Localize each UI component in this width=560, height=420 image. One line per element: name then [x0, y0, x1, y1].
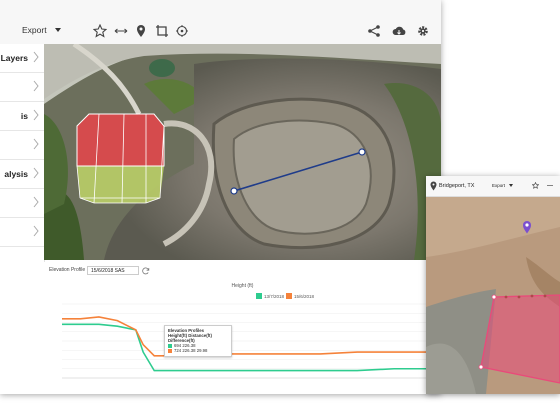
chevron-right-icon	[33, 109, 39, 121]
chevron-right-icon	[33, 51, 39, 63]
sidebar-item-analysis[interactable]: is	[0, 102, 44, 131]
sidebar-item-2[interactable]	[0, 73, 44, 102]
stockpile-volume-model[interactable]	[74, 106, 170, 206]
export-label: Export	[22, 25, 47, 35]
secondary-map-window: Bridgeport, TX Export	[426, 176, 560, 394]
chevron-right-icon	[33, 225, 39, 237]
chevron-right-icon	[33, 167, 39, 179]
sidebar-item-label: is	[20, 111, 28, 121]
secondary-export-dropdown[interactable]: Export	[492, 183, 514, 188]
cloud-download-icon[interactable]	[392, 24, 406, 38]
tooltip-row-text: 724 226.38 29.98	[174, 348, 208, 353]
tooltip-header: Height(ft) Distance(ft) Difference(ft)	[168, 333, 212, 343]
profile-label: Elevation Profile	[49, 267, 86, 273]
series-line	[62, 323, 431, 372]
sidebar-item-label: alysis	[4, 169, 28, 179]
sidebar-item-4[interactable]	[0, 131, 44, 160]
elevation-chart[interactable]	[44, 300, 441, 394]
refresh-icon[interactable]	[142, 267, 150, 275]
chevron-right-icon	[33, 138, 39, 150]
location-name: Bridgeport, TX	[439, 183, 475, 189]
main-window: Export Layers is alysis Elevation Profil…	[0, 0, 441, 394]
export-label: Export	[492, 183, 506, 188]
sidebar-item-7[interactable]	[0, 218, 44, 247]
sidebar: Layers is alysis	[0, 44, 45, 394]
sidebar-item-layers[interactable]: Layers	[0, 44, 44, 73]
caret-down-icon	[509, 184, 514, 187]
chevron-right-icon	[33, 196, 39, 208]
legend-item-a[interactable]: 13/7/2018	[256, 293, 284, 299]
gear-icon[interactable]	[416, 24, 430, 38]
tooltip-swatch	[168, 348, 172, 353]
sidebar-item-label: Layers	[0, 53, 28, 63]
caret-down-icon	[54, 28, 61, 32]
tooltip-swatch	[168, 343, 172, 348]
location-pin-icon	[430, 181, 437, 191]
chart-tooltip: Elevation Profiles Height(ft) Distance(f…	[164, 325, 232, 357]
star-icon[interactable]	[93, 24, 107, 38]
measure-distance-icon[interactable]	[114, 24, 128, 38]
sidebar-item-6[interactable]	[0, 189, 44, 218]
elevation-profile-panel: Elevation Profile 15/6/2018 SAS Height (…	[44, 262, 441, 394]
measure-endpoint-handle	[230, 187, 238, 195]
aerial-map-view[interactable]	[44, 44, 441, 260]
measured-area-polygon	[480, 294, 560, 384]
legend-swatch	[256, 293, 262, 299]
legend-label: 13/7/2018	[264, 293, 285, 299]
aerial-imagery	[426, 197, 560, 394]
export-dropdown[interactable]: Export	[22, 21, 61, 39]
profile-date-select[interactable]: 15/6/2018 SAS	[87, 266, 139, 275]
crop-icon[interactable]	[155, 24, 169, 38]
chart-title: Height (ft)	[231, 283, 254, 289]
legend-label: 15/6/2018	[294, 293, 315, 299]
legend-item-b[interactable]: 15/6/2018	[286, 293, 314, 299]
tooltip-row-b: 724 226.38 29.98	[168, 348, 228, 353]
target-icon[interactable]	[175, 24, 189, 38]
share-icon[interactable]	[367, 24, 381, 38]
secondary-toolbar: Bridgeport, TX Export	[426, 176, 560, 197]
measure-endpoint-handle	[358, 148, 366, 156]
location-pin-icon[interactable]	[134, 24, 148, 38]
star-icon[interactable]	[532, 182, 539, 189]
chevron-right-icon	[33, 80, 39, 92]
secondary-aerial-map[interactable]	[426, 197, 560, 394]
location-marker-icon[interactable]	[522, 220, 532, 234]
measure-distance-icon[interactable]	[546, 182, 554, 189]
legend-swatch	[286, 293, 292, 299]
sidebar-item-volume-analysis[interactable]: alysis	[0, 160, 44, 189]
toolbar: Export	[0, 0, 441, 45]
